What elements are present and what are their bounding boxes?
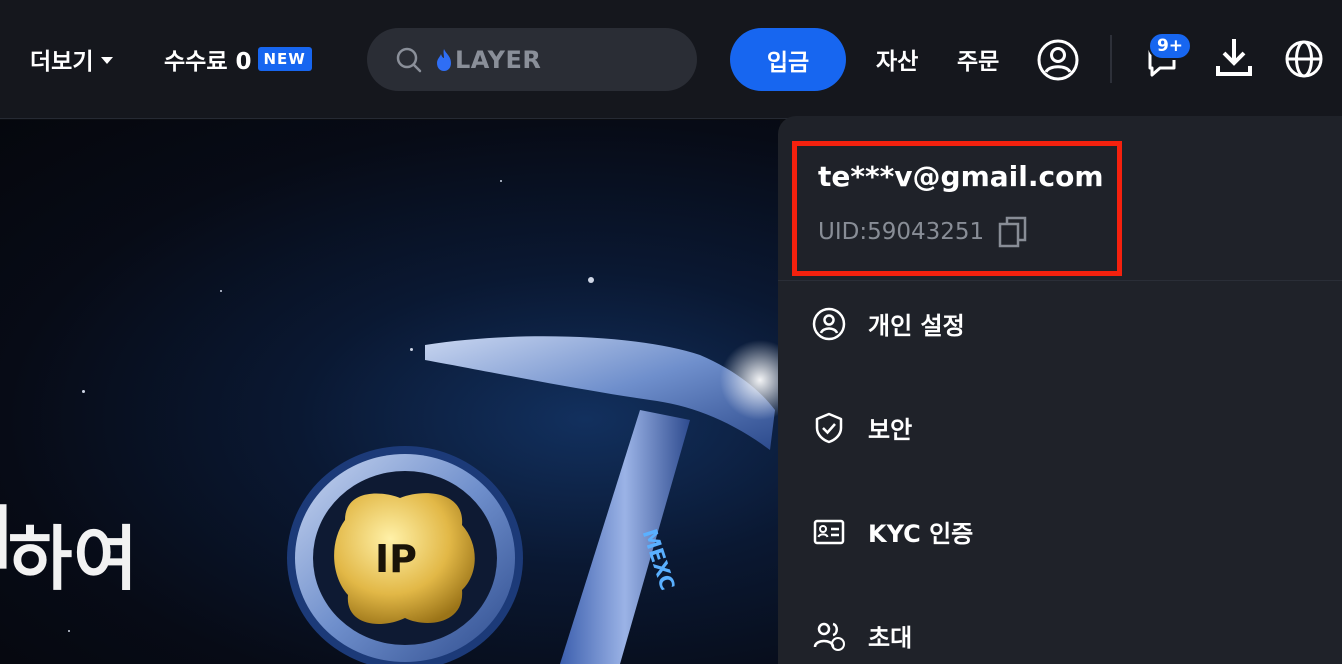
- download-icon[interactable]: [1214, 36, 1254, 78]
- menu-item-label: 초대: [868, 624, 913, 652]
- menu-item-personal-settings[interactable]: 개인 설정: [812, 306, 965, 341]
- zero-fee-link[interactable]: 수수료 0 NEW: [164, 42, 312, 76]
- user-circle-icon: [812, 307, 846, 340]
- menu-divider: [778, 280, 1342, 281]
- more-menu-button[interactable]: 더보기: [30, 42, 114, 76]
- new-badge: NEW: [257, 47, 312, 71]
- top-navigation-bar: 더보기 수수료 0 NEW LAYER 입금 자산 주문 9+: [0, 0, 1342, 119]
- deposit-button[interactable]: 입금: [730, 28, 846, 91]
- user-uid-row: UID:59043251: [818, 215, 1028, 249]
- hero-headline-partial-glyph: ㅣ: [0, 482, 8, 583]
- hero-headline: ㅣ하여: [0, 482, 139, 604]
- hero-banner: MEXC IP ㅣ하여: [0, 120, 780, 664]
- header-divider: [1110, 35, 1112, 83]
- users-invite-icon: [813, 622, 845, 651]
- user-account-icon[interactable]: [1036, 38, 1080, 82]
- menu-item-label: 개인 설정: [868, 312, 965, 340]
- menu-item-label: 보안: [868, 416, 913, 444]
- menu-item-kyc[interactable]: KYC 인증: [812, 514, 973, 549]
- copy-icon[interactable]: [998, 215, 1028, 249]
- search-icon: [396, 47, 422, 72]
- user-uid: UID:59043251: [818, 219, 985, 245]
- menu-item-security[interactable]: 보안: [812, 410, 912, 445]
- more-menu-label: 더보기: [30, 49, 94, 75]
- fire-icon: [437, 48, 451, 71]
- assets-link[interactable]: 자산: [876, 42, 918, 76]
- coin-ticker-text: IP: [375, 537, 417, 581]
- notification-count-badge: 9+: [1148, 32, 1192, 60]
- shield-check-icon: [815, 412, 843, 443]
- caret-down-icon: [101, 56, 114, 64]
- user-email: te***v@gmail.com: [818, 160, 1104, 193]
- search-placeholder: LAYER: [455, 45, 542, 74]
- menu-item-label: KYC 인증: [868, 520, 974, 548]
- search-input[interactable]: LAYER: [367, 28, 697, 91]
- menu-item-invite[interactable]: 초대: [812, 618, 912, 653]
- orders-link[interactable]: 주문: [957, 42, 999, 76]
- zero-fee-label: 수수료 0: [164, 49, 252, 75]
- id-card-icon: [813, 519, 845, 544]
- globe-language-icon[interactable]: [1284, 39, 1324, 79]
- hero-headline-text: 하여: [8, 518, 139, 600]
